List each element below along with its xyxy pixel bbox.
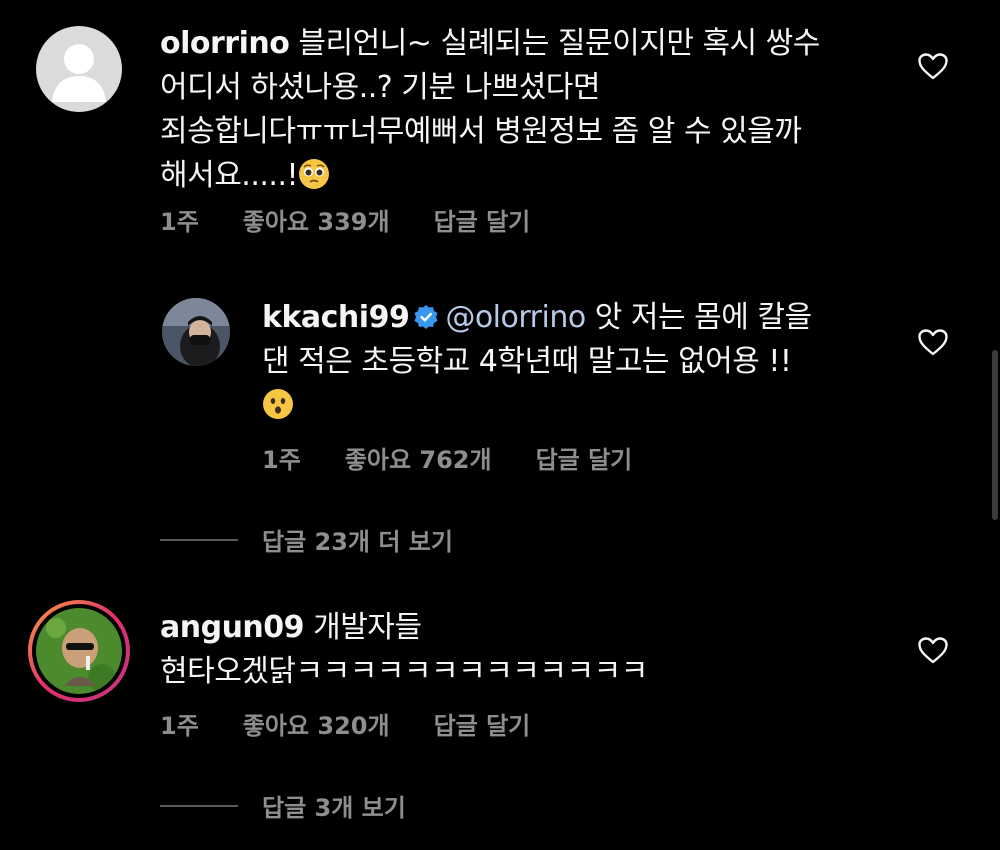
username[interactable]: kkachi99: [262, 300, 410, 335]
profile-photo: [162, 298, 230, 366]
divider: [160, 804, 238, 807]
avatar[interactable]: [162, 298, 230, 366]
avatar[interactable]: [36, 26, 122, 112]
comment-line: 앗 저는 몸에 칼을: [594, 300, 812, 335]
comment-meta: 1주 좋아요 320개 답글 달기: [160, 706, 574, 741]
reply-button[interactable]: 답글 달기: [434, 706, 531, 741]
comment-line: 개발자들: [313, 610, 422, 645]
comment-line: 해서요.....!: [160, 158, 299, 193]
view-replies-button[interactable]: 답글 3개 보기: [160, 788, 406, 823]
verified-badge-icon: [414, 305, 438, 329]
likes-count[interactable]: 좋아요 320개: [243, 706, 390, 741]
comment-text: kkachi99 @olorrino 앗 저는 몸에 칼을 댄 적은 초등학교 …: [262, 296, 882, 428]
comment-text: angun09 개발자들 현타오겠닭ㅋㅋㅋㅋㅋㅋㅋㅋㅋㅋㅋㅋㅋ: [160, 606, 900, 694]
comment-line: 어디서 하셨나용..? 기분 나쁘셨다면: [160, 70, 601, 105]
comment-line: 댄 적은 초등학교 4학년때 말고는 없어용 !!: [262, 344, 792, 379]
reply-button[interactable]: 답글 달기: [434, 202, 531, 237]
profile-photo: [36, 608, 122, 694]
avatar-story-ring[interactable]: [28, 600, 130, 702]
heart-outline-icon[interactable]: [917, 636, 949, 664]
hushed-face-icon: [263, 389, 293, 419]
heart-outline-icon[interactable]: [917, 52, 949, 80]
view-replies-label: 답글 23개 더 보기: [262, 528, 453, 556]
divider: [160, 538, 238, 541]
comment-time: 1주: [160, 208, 199, 236]
comment-meta: 1주 좋아요 762개 답글 달기: [262, 440, 676, 475]
pleading-face-icon: [299, 159, 330, 189]
default-avatar-icon: [52, 44, 106, 102]
heart-outline-icon[interactable]: [917, 328, 949, 356]
comment-line: 죄송합니다ㅠㅠ너무예뻐서 병원정보 좀 알 수 있을까: [160, 114, 802, 149]
likes-count[interactable]: 좋아요 339개: [243, 202, 390, 237]
comment-line: 블리언니~ 실례되는 질문이지만 혹시 쌍수: [298, 26, 820, 61]
reply-button[interactable]: 답글 달기: [536, 440, 633, 475]
comment-line: 현타오겠닭ㅋㅋㅋㅋㅋㅋㅋㅋㅋㅋㅋㅋㅋ: [160, 654, 648, 689]
mention-link[interactable]: @olorrino: [445, 300, 586, 335]
likes-count[interactable]: 좋아요 762개: [345, 440, 492, 475]
comment-time: 1주: [262, 446, 301, 474]
username[interactable]: angun09: [160, 610, 305, 645]
view-replies-label: 답글 3개 보기: [262, 794, 406, 822]
username[interactable]: olorrino: [160, 26, 290, 61]
view-more-replies-button[interactable]: 답글 23개 더 보기: [160, 522, 453, 557]
scrollbar[interactable]: [992, 350, 998, 520]
comment-text: olorrino 블리언니~ 실례되는 질문이지만 혹시 쌍수 어디서 하셨나용…: [160, 22, 900, 198]
comment-meta: 1주 좋아요 339개 답글 달기: [160, 202, 574, 237]
comment-time: 1주: [160, 712, 199, 740]
